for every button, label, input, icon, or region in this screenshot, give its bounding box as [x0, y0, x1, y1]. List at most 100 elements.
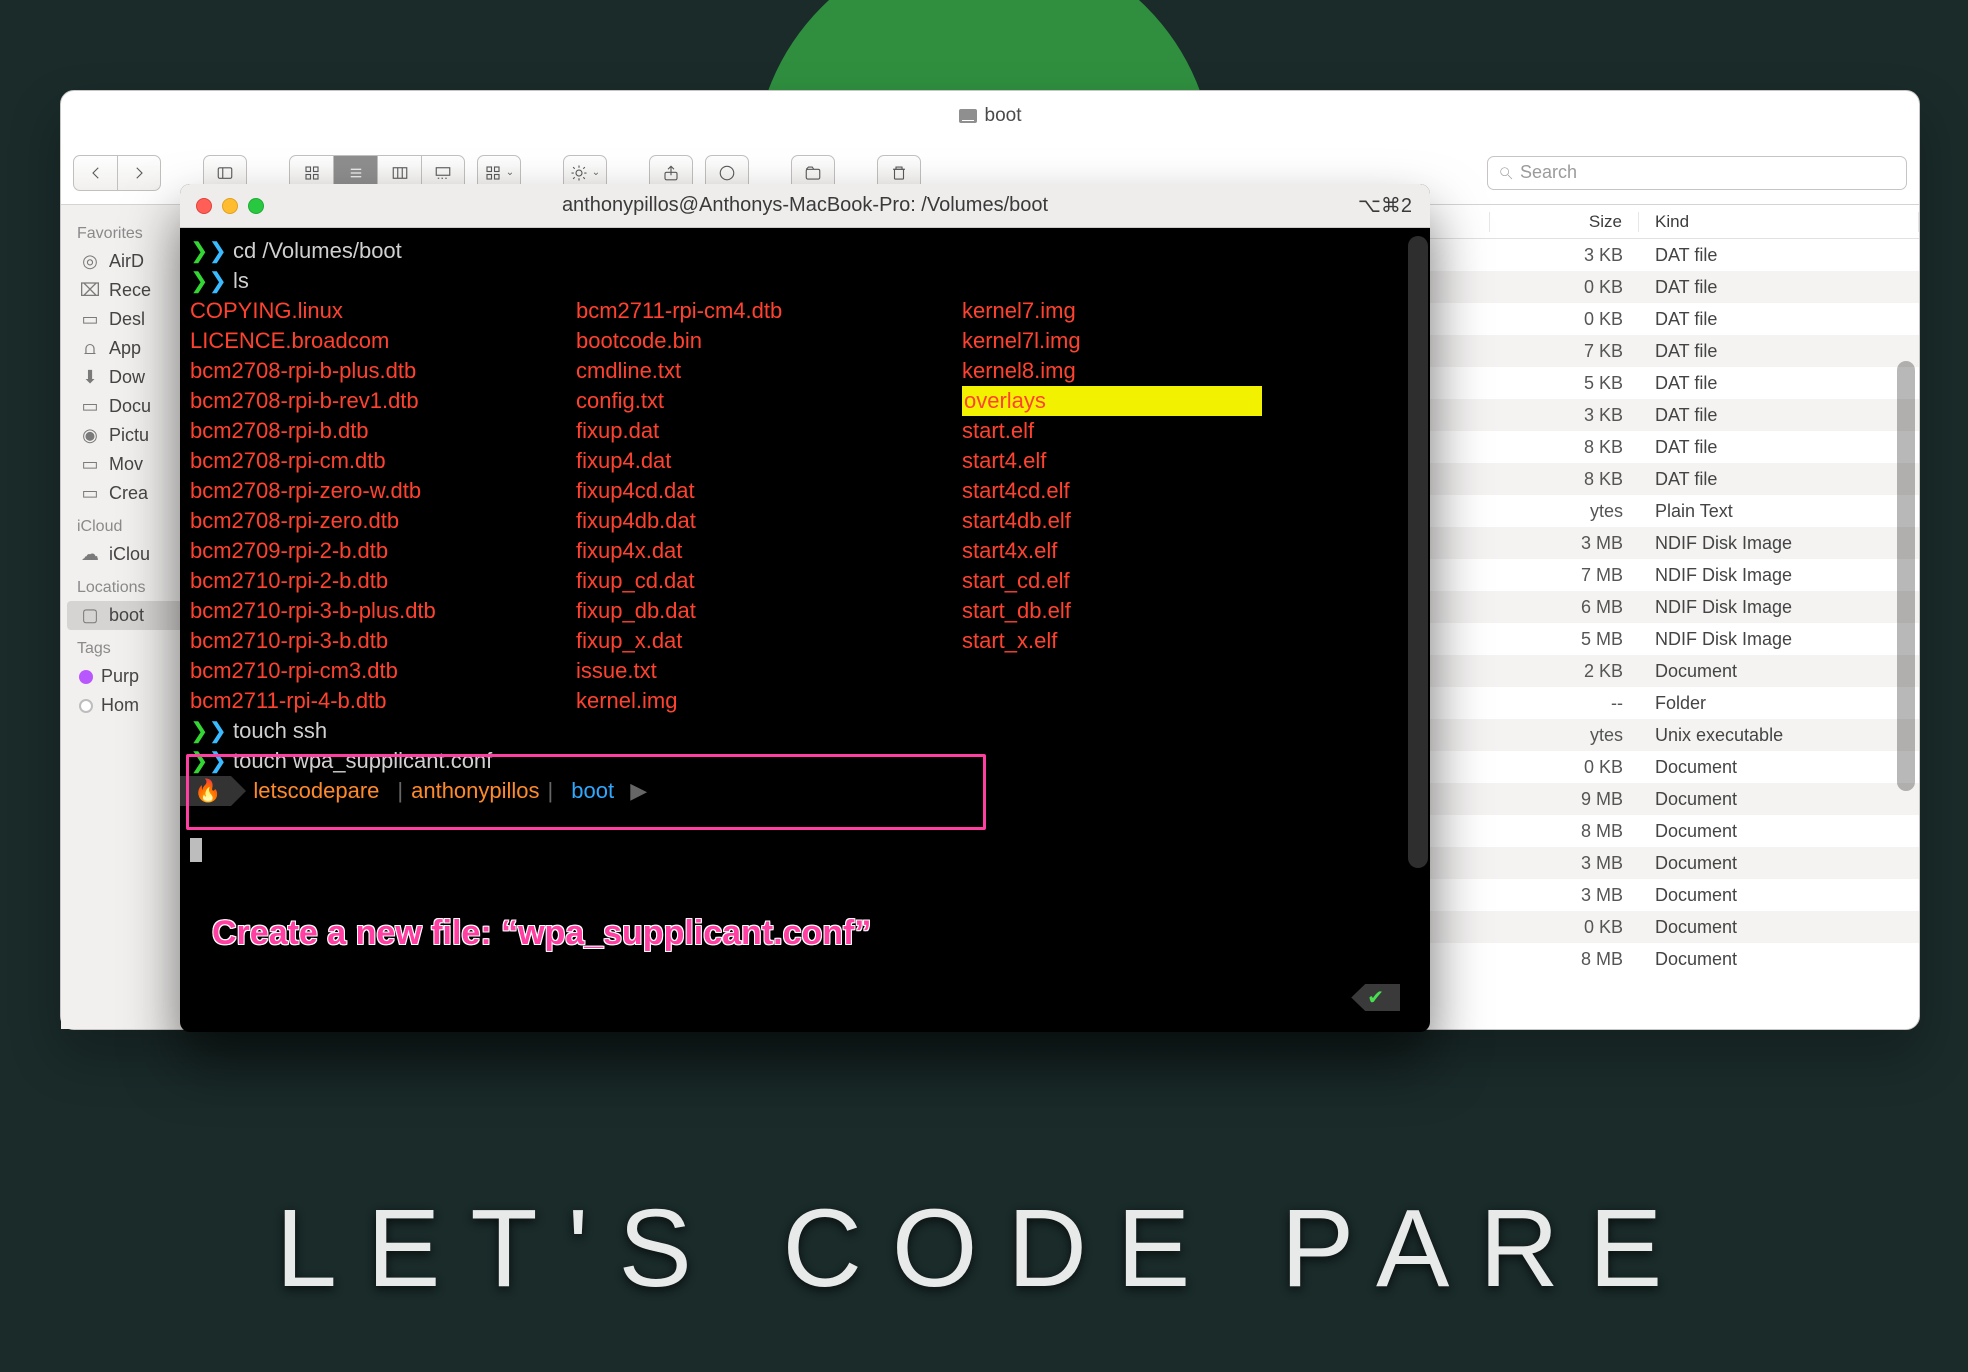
ls-entry: bcm2710-rpi-3-b.dtb — [190, 626, 560, 656]
cell-kind: DAT file — [1639, 341, 1919, 362]
cell-kind: DAT file — [1639, 245, 1919, 266]
background-logo: LET'S CODE PARE — [276, 1185, 1692, 1312]
cell-size: 0 KB — [1489, 757, 1639, 778]
ls-entry: bcm2710-rpi-2-b.dtb — [190, 566, 560, 596]
ls-entry: kernel7.img — [962, 296, 1262, 326]
ls-entry: bcm2708-rpi-b.dtb — [190, 416, 560, 446]
ls-entry: bcm2711-rpi-cm4.dtb — [576, 296, 946, 326]
sidebar-item-label: Mov — [109, 454, 143, 475]
cell-size: 0 KB — [1489, 309, 1639, 330]
back-button[interactable] — [73, 155, 117, 191]
cell-kind: Document — [1639, 661, 1919, 682]
cell-kind: DAT file — [1639, 437, 1919, 458]
tag-dot-icon — [79, 699, 93, 713]
ls-entry: bcm2709-rpi-2-b.dtb — [190, 536, 560, 566]
ls-entry: start.elf — [962, 416, 1262, 446]
ls-entry: fixup_x.dat — [576, 626, 946, 656]
finder-scrollbar[interactable] — [1897, 361, 1915, 791]
cell-size: 8 MB — [1489, 821, 1639, 842]
ls-entry: fixup_cd.dat — [576, 566, 946, 596]
ls-entry: start_x.elf — [962, 626, 1262, 656]
sidebar-item-label: App — [109, 338, 141, 359]
tag-dot-icon — [79, 670, 93, 684]
cmd-touch-ssh: touch ssh — [233, 718, 327, 743]
powerline-prompt: 🔥letscodepare|anthonypillos|boot ▶ — [180, 776, 1420, 806]
terminal-window: anthonypillos@Anthonys-MacBook-Pro: /Vol… — [180, 184, 1430, 1032]
sidebar-item-label: Dow — [109, 367, 145, 388]
terminal-title: anthonypillos@Anthonys-MacBook-Pro: /Vol… — [180, 194, 1430, 217]
drive-icon: ▢ — [79, 607, 101, 625]
terminal-body[interactable]: ❯❯ cd /Volumes/boot ❯❯ ls COPYING.linuxL… — [180, 228, 1430, 1032]
cell-size: 3 MB — [1489, 885, 1639, 906]
cell-kind: Plain Text — [1639, 501, 1919, 522]
sidebar-item-icon: ▭ — [79, 311, 101, 329]
cell-kind: NDIF Disk Image — [1639, 565, 1919, 586]
cell-kind: Document — [1639, 853, 1919, 874]
cell-kind: Document — [1639, 917, 1919, 938]
cell-kind: Unix executable — [1639, 725, 1919, 746]
ls-entry: bcm2708-rpi-b-plus.dtb — [190, 356, 560, 386]
column-header-size[interactable]: Size — [1489, 212, 1639, 232]
cell-kind: Document — [1639, 789, 1919, 810]
cell-size: 7 MB — [1489, 565, 1639, 586]
ls-entry: overlays — [962, 386, 1262, 416]
ls-entry: bcm2708-rpi-b-rev1.dtb — [190, 386, 560, 416]
sidebar-item-icon: ⬇ — [79, 369, 101, 387]
sidebar-item-icon: ◎ — [79, 253, 101, 271]
terminal-cursor — [190, 838, 202, 862]
sidebar-item-icon: ▭ — [79, 398, 101, 416]
cmd-ls: ls — [233, 268, 249, 293]
sidebar-item-label: iClou — [109, 544, 150, 565]
ls-entry: kernel.img — [576, 686, 946, 716]
cell-kind: Folder — [1639, 693, 1919, 714]
sidebar-item-icon: ◉ — [79, 427, 101, 445]
ls-entry: cmdline.txt — [576, 356, 946, 386]
annotation-text: Create a new file: “wpa_supplicant.conf” — [212, 914, 871, 953]
cell-size: -- — [1489, 693, 1639, 714]
ls-entry: bcm2708-rpi-zero-w.dtb — [190, 476, 560, 506]
sidebar-item-icon: ⌧ — [79, 282, 101, 300]
cell-size: 0 KB — [1489, 277, 1639, 298]
sidebar-tag-label: Hom — [101, 695, 139, 716]
cell-kind: NDIF Disk Image — [1639, 533, 1919, 554]
sidebar-tag-label: Purp — [101, 666, 139, 687]
cell-size: 8 KB — [1489, 437, 1639, 458]
ls-entry: bcm2708-rpi-cm.dtb — [190, 446, 560, 476]
column-header-kind[interactable]: Kind — [1639, 212, 1919, 232]
cell-size: 3 MB — [1489, 853, 1639, 874]
cmd-cd: cd /Volumes/boot — [233, 238, 402, 263]
terminal-titlebar[interactable]: anthonypillos@Anthonys-MacBook-Pro: /Vol… — [180, 184, 1430, 228]
terminal-shortcut: ⌥⌘2 — [1358, 193, 1412, 218]
finder-title: boot — [985, 105, 1022, 127]
cell-kind: DAT file — [1639, 309, 1919, 330]
search-input[interactable]: Search — [1487, 156, 1907, 190]
cell-size: 8 MB — [1489, 949, 1639, 970]
sidebar-item-label: Rece — [109, 280, 151, 301]
cell-size: 3 KB — [1489, 245, 1639, 266]
cell-size: ytes — [1489, 501, 1639, 522]
sidebar-item-label: Desl — [109, 309, 145, 330]
cmd-touch-wpa: touch wpa_supplicant.conf — [233, 748, 492, 773]
ls-entry: start4.elf — [962, 446, 1262, 476]
ls-entry: issue.txt — [576, 656, 946, 686]
ls-entry: start4x.elf — [962, 536, 1262, 566]
cell-size: 7 KB — [1489, 341, 1639, 362]
search-placeholder: Search — [1520, 162, 1577, 183]
ls-entry: fixup_db.dat — [576, 596, 946, 626]
cell-size: 6 MB — [1489, 597, 1639, 618]
terminal-scrollbar[interactable] — [1408, 236, 1428, 868]
cell-size: ytes — [1489, 725, 1639, 746]
ls-output: COPYING.linuxLICENCE.broadcombcm2708-rpi… — [190, 296, 1420, 716]
cell-kind: DAT file — [1639, 277, 1919, 298]
sidebar-item-icon: ⩍ — [79, 340, 101, 358]
cell-size: 9 MB — [1489, 789, 1639, 810]
ls-entry: LICENCE.broadcom — [190, 326, 560, 356]
cell-size: 5 KB — [1489, 373, 1639, 394]
cell-size: 0 KB — [1489, 917, 1639, 938]
sidebar-item-label: AirD — [109, 251, 144, 272]
forward-button[interactable] — [117, 155, 161, 191]
cell-kind: NDIF Disk Image — [1639, 597, 1919, 618]
cell-kind: Document — [1639, 757, 1919, 778]
finder-titlebar[interactable]: boot — [61, 91, 1919, 141]
ls-entry: bcm2710-rpi-cm3.dtb — [190, 656, 560, 686]
